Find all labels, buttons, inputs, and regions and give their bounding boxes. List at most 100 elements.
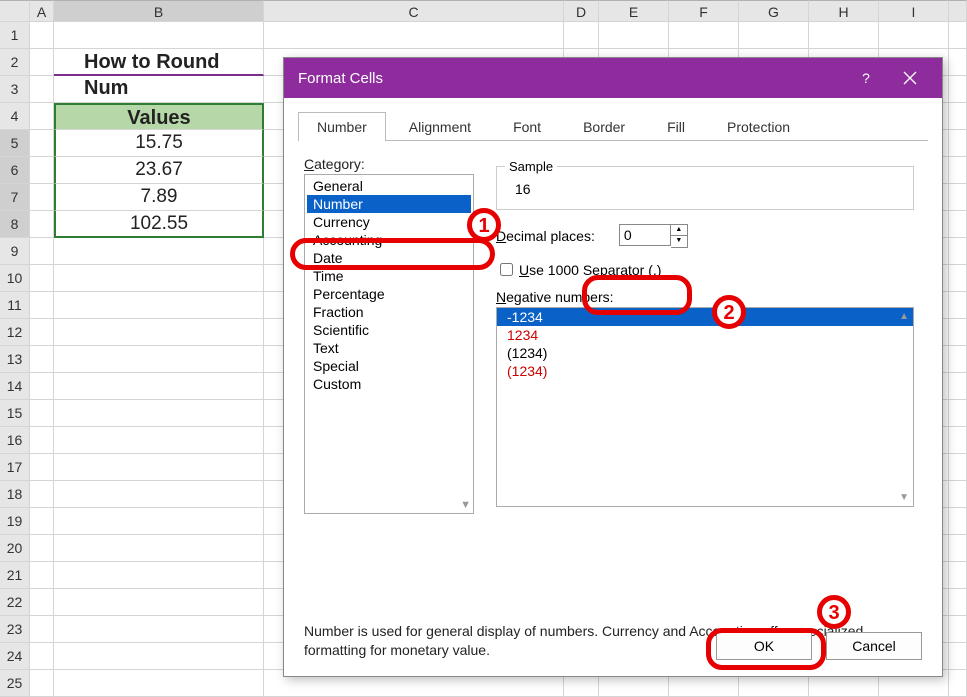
col-header-h[interactable]: H: [809, 0, 879, 22]
cancel-button[interactable]: Cancel: [826, 632, 922, 660]
cell-E1[interactable]: [599, 22, 669, 49]
category-item-currency[interactable]: Currency: [307, 213, 471, 231]
row-header-12[interactable]: 12: [0, 319, 30, 346]
cell-A13[interactable]: [30, 346, 54, 373]
row-header-16[interactable]: 16: [0, 427, 30, 454]
row-header-24[interactable]: 24: [0, 643, 30, 670]
cell-B13[interactable]: [54, 346, 264, 373]
cell-A17[interactable]: [30, 454, 54, 481]
row-header-7[interactable]: 7: [0, 184, 30, 211]
cell-B20[interactable]: [54, 535, 264, 562]
cell-A21[interactable]: [30, 562, 54, 589]
category-item-text[interactable]: Text: [307, 339, 471, 357]
cell-B8[interactable]: 102.55: [54, 211, 264, 238]
row-header-23[interactable]: 23: [0, 616, 30, 643]
row-header-1[interactable]: 1: [0, 22, 30, 49]
cell-B12[interactable]: [54, 319, 264, 346]
cell-B22[interactable]: [54, 589, 264, 616]
row-header-19[interactable]: 19: [0, 508, 30, 535]
cell-B4[interactable]: Values: [54, 103, 264, 130]
category-item-date[interactable]: Date: [307, 249, 471, 267]
row-header-21[interactable]: 21: [0, 562, 30, 589]
cell-C1[interactable]: [264, 22, 564, 49]
category-item-special[interactable]: Special: [307, 357, 471, 375]
cell-A18[interactable]: [30, 481, 54, 508]
cell-H1[interactable]: [809, 22, 879, 49]
decimal-places-spinner[interactable]: ▲ ▼: [619, 224, 688, 248]
cell-A5[interactable]: [30, 130, 54, 157]
close-button[interactable]: [888, 58, 932, 98]
cell-A23[interactable]: [30, 616, 54, 643]
row-header-10[interactable]: 10: [0, 265, 30, 292]
category-item-custom[interactable]: Custom: [307, 375, 471, 393]
col-header-b[interactable]: B: [54, 0, 264, 22]
cell-A3[interactable]: [30, 76, 54, 103]
row-header-6[interactable]: 6: [0, 157, 30, 184]
cell-B1[interactable]: [54, 22, 264, 49]
row-header-17[interactable]: 17: [0, 454, 30, 481]
cell-D1[interactable]: [564, 22, 599, 49]
scroll-down-icon[interactable]: ▼: [899, 492, 909, 503]
cell-A6[interactable]: [30, 157, 54, 184]
cell-A2[interactable]: [30, 49, 54, 76]
cell-A10[interactable]: [30, 265, 54, 292]
thousands-separator-checkbox[interactable]: [500, 263, 513, 276]
negative-numbers-listbox[interactable]: -12341234(1234)(1234)▲▼: [496, 307, 914, 507]
cell-A25[interactable]: [30, 670, 54, 697]
cell-F1[interactable]: [669, 22, 739, 49]
spinner-up-icon[interactable]: ▲: [671, 225, 687, 236]
cell-B18[interactable]: [54, 481, 264, 508]
cell-A20[interactable]: [30, 535, 54, 562]
cell-B9[interactable]: [54, 238, 264, 265]
col-header-a[interactable]: A: [30, 0, 54, 22]
cell-B5[interactable]: 15.75: [54, 130, 264, 157]
cell-G1[interactable]: [739, 22, 809, 49]
col-header-i[interactable]: I: [879, 0, 949, 22]
row-header-11[interactable]: 11: [0, 292, 30, 319]
negative-option-1[interactable]: 1234: [497, 326, 913, 344]
cell-B19[interactable]: [54, 508, 264, 535]
row-header-20[interactable]: 20: [0, 535, 30, 562]
negative-option-2[interactable]: (1234): [497, 344, 913, 362]
cell-A1[interactable]: [30, 22, 54, 49]
row-header-3[interactable]: 3: [0, 76, 30, 103]
cell-B14[interactable]: [54, 373, 264, 400]
tab-number[interactable]: Number: [298, 112, 386, 141]
cell-B2[interactable]: How to Round Num: [54, 49, 264, 76]
tab-border[interactable]: Border: [564, 112, 644, 141]
col-header-f[interactable]: F: [669, 0, 739, 22]
row-header-5[interactable]: 5: [0, 130, 30, 157]
cell-B3[interactable]: [54, 76, 264, 103]
row-header-18[interactable]: 18: [0, 481, 30, 508]
category-item-time[interactable]: Time: [307, 267, 471, 285]
cell-B7[interactable]: 7.89: [54, 184, 264, 211]
select-all-corner[interactable]: [0, 0, 30, 22]
row-header-2[interactable]: 2: [0, 49, 30, 76]
cell-A8[interactable]: [30, 211, 54, 238]
cell-A11[interactable]: [30, 292, 54, 319]
cell-A4[interactable]: [30, 103, 54, 130]
cell-A9[interactable]: [30, 238, 54, 265]
row-header-15[interactable]: 15: [0, 400, 30, 427]
cell-B11[interactable]: [54, 292, 264, 319]
cell-A16[interactable]: [30, 427, 54, 454]
category-item-number[interactable]: Number: [307, 195, 471, 213]
spinner-down-icon[interactable]: ▼: [671, 236, 687, 247]
dialog-titlebar[interactable]: Format Cells ?: [284, 58, 942, 98]
tab-protection[interactable]: Protection: [708, 112, 809, 141]
category-item-accounting[interactable]: Accounting: [307, 231, 471, 249]
row-header-14[interactable]: 14: [0, 373, 30, 400]
cell-B17[interactable]: [54, 454, 264, 481]
category-item-fraction[interactable]: Fraction: [307, 303, 471, 321]
row-header-13[interactable]: 13: [0, 346, 30, 373]
scroll-down-icon[interactable]: ▼: [460, 499, 471, 511]
ok-button[interactable]: OK: [716, 632, 812, 660]
cell-B10[interactable]: [54, 265, 264, 292]
cell-A24[interactable]: [30, 643, 54, 670]
cell-A12[interactable]: [30, 319, 54, 346]
row-header-8[interactable]: 8: [0, 211, 30, 238]
cell-B15[interactable]: [54, 400, 264, 427]
cell-A15[interactable]: [30, 400, 54, 427]
col-header-e[interactable]: E: [599, 0, 669, 22]
cell-A14[interactable]: [30, 373, 54, 400]
